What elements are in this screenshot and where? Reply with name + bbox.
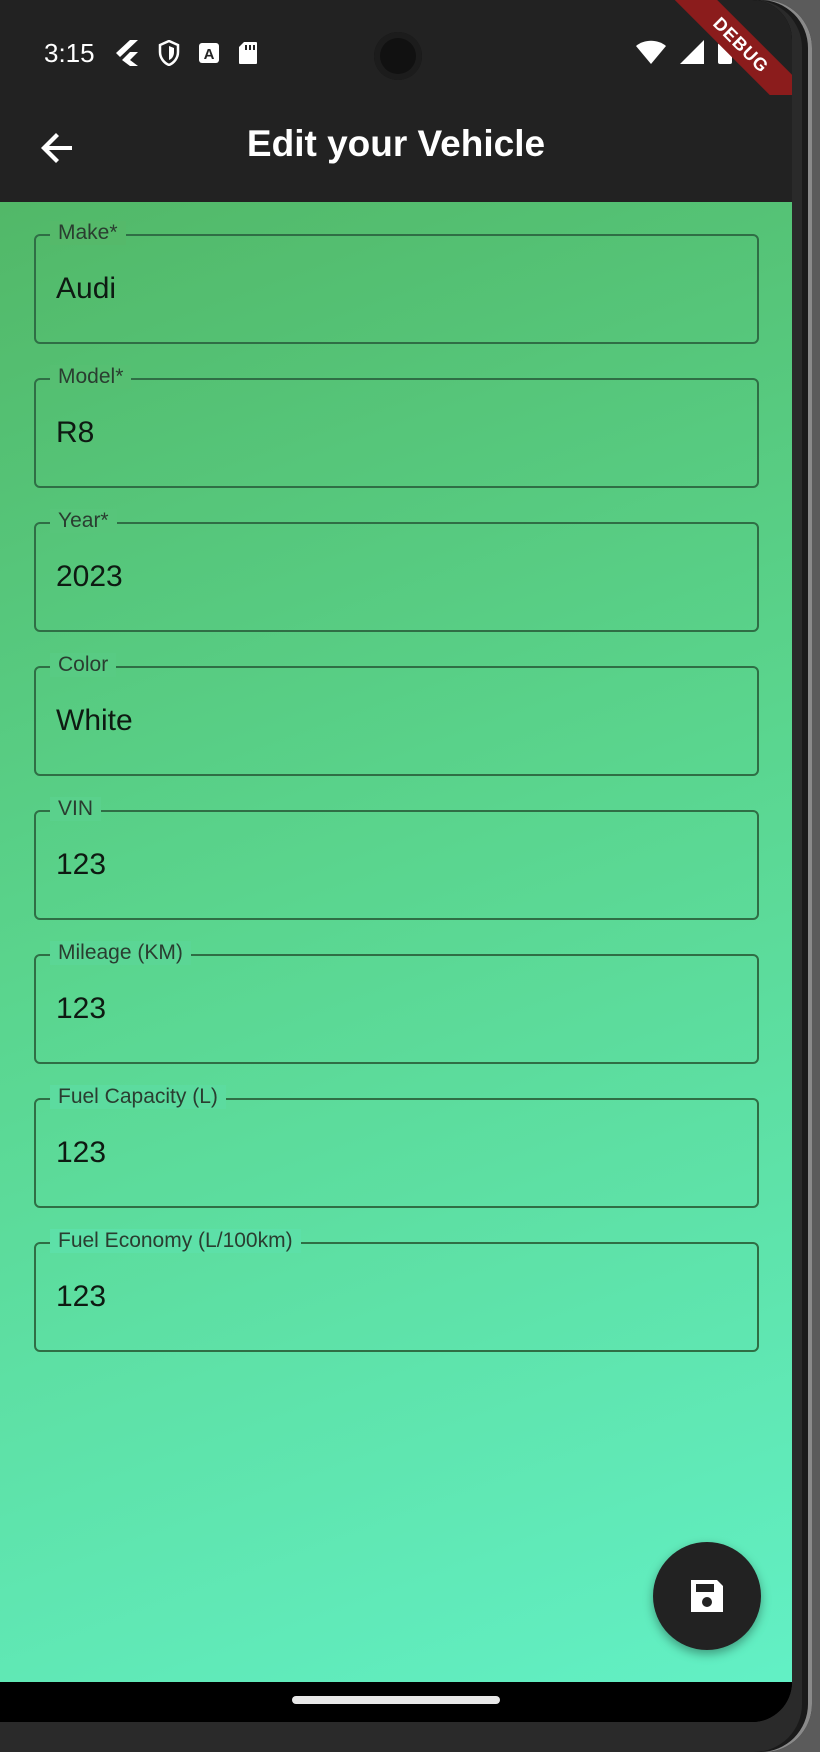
year-field[interactable]: Year* 2023 xyxy=(34,509,759,632)
vin-label: VIN xyxy=(50,797,102,821)
color-label: Color xyxy=(50,653,117,677)
app-bar: Edit your Vehicle xyxy=(0,95,792,202)
fuel-capacity-label: Fuel Capacity (L) xyxy=(50,1085,226,1109)
fuel-economy-value[interactable]: 123 xyxy=(56,1280,106,1314)
svg-text:A: A xyxy=(204,46,215,63)
vehicle-form: Make* Audi Model* R8 Year* 2023 Color Wh… xyxy=(0,202,792,1682)
color-field[interactable]: Color White xyxy=(34,653,759,776)
status-bar: 3:15 A DEBUG xyxy=(0,0,792,116)
fuel-capacity-value[interactable]: 123 xyxy=(56,1136,106,1170)
text-a-icon: A xyxy=(199,43,219,63)
fuel-capacity-field[interactable]: Fuel Capacity (L) 123 xyxy=(34,1085,759,1208)
navigation-bar xyxy=(0,1682,792,1722)
make-field[interactable]: Make* Audi xyxy=(34,221,759,344)
wifi-icon xyxy=(636,40,666,64)
screen: 3:15 A DEBUG Edit your Vehicle Make* Aud… xyxy=(0,0,792,1722)
model-label: Model* xyxy=(50,365,132,389)
make-value[interactable]: Audi xyxy=(56,272,116,306)
mileage-field[interactable]: Mileage (KM) 123 xyxy=(34,941,759,1064)
status-time: 3:15 xyxy=(44,38,95,68)
front-camera xyxy=(374,32,422,80)
model-field[interactable]: Model* R8 xyxy=(34,365,759,488)
cellular-signal-icon xyxy=(680,40,704,64)
save-icon xyxy=(691,1580,723,1612)
year-value[interactable]: 2023 xyxy=(56,560,123,594)
make-label: Make* xyxy=(50,221,126,245)
color-value[interactable]: White xyxy=(56,704,133,738)
model-value[interactable]: R8 xyxy=(56,416,94,450)
device-frame: 3:15 A DEBUG Edit your Vehicle Make* Aud… xyxy=(0,0,812,1752)
shield-icon xyxy=(158,40,180,66)
page-title: Edit your Vehicle xyxy=(246,123,546,164)
vin-value[interactable]: 123 xyxy=(56,848,106,882)
status-notification-icons: A xyxy=(116,40,258,66)
home-indicator[interactable] xyxy=(292,1696,500,1704)
fuel-economy-field[interactable]: Fuel Economy (L/100km) 123 xyxy=(34,1229,759,1352)
save-button[interactable] xyxy=(653,1542,761,1650)
flutter-icon xyxy=(116,40,138,66)
fuel-economy-label: Fuel Economy (L/100km) xyxy=(50,1229,301,1253)
sd-card-icon xyxy=(239,42,257,64)
year-label: Year* xyxy=(50,509,117,533)
vin-field[interactable]: VIN 123 xyxy=(34,797,759,920)
mileage-label: Mileage (KM) xyxy=(50,941,191,965)
mileage-value[interactable]: 123 xyxy=(56,992,106,1026)
